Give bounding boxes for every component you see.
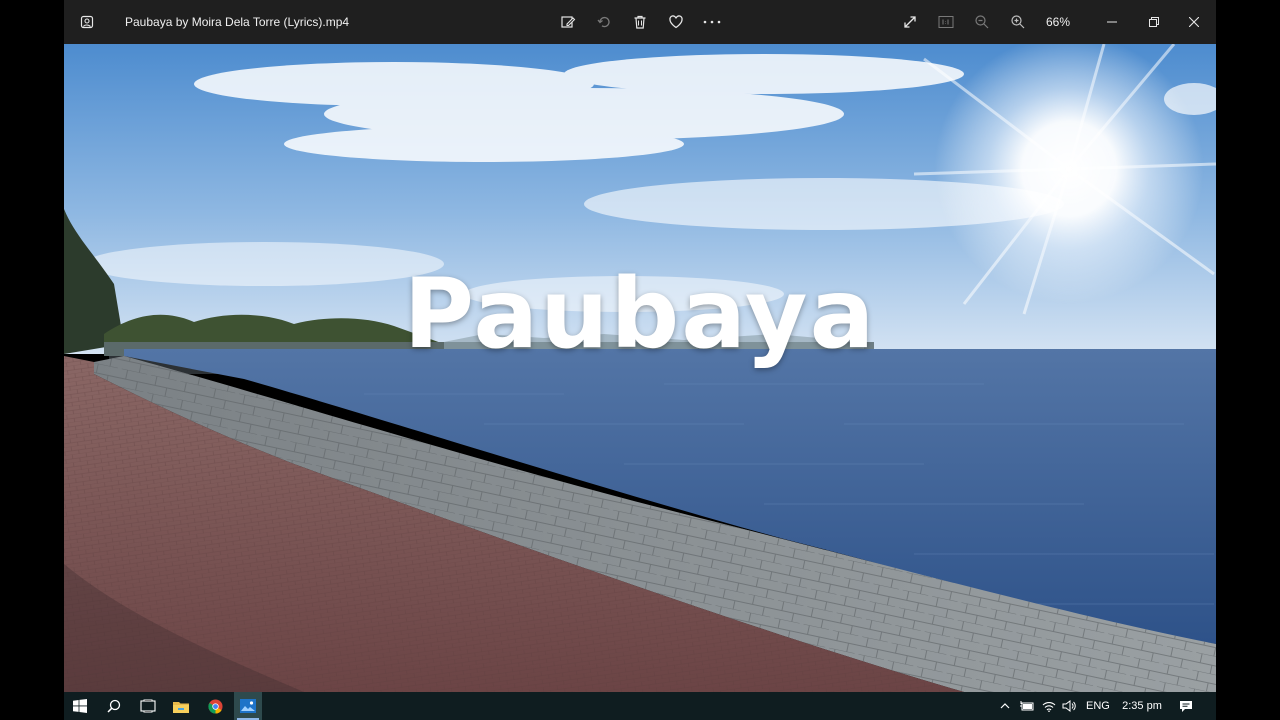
- delete-button[interactable]: [628, 0, 652, 44]
- video-overlay-title: Paubaya: [403, 258, 877, 370]
- restore-button[interactable]: [1136, 0, 1172, 44]
- wifi-icon: [1042, 701, 1056, 712]
- input-language[interactable]: ENG: [1086, 692, 1110, 720]
- fullscreen-button[interactable]: [898, 0, 922, 44]
- photos-icon: [240, 699, 256, 713]
- screen: Paubaya by Moira Dela Torre (Lyrics).mp4: [0, 0, 1280, 720]
- battery-icon: [1020, 701, 1034, 711]
- video-frame[interactable]: Paubaya: [64, 44, 1216, 692]
- rotate-icon: [597, 16, 610, 28]
- battery-button[interactable]: [1018, 692, 1036, 720]
- close-icon: [1189, 17, 1199, 27]
- search-icon: [107, 699, 121, 713]
- volume-icon: [1062, 700, 1076, 712]
- photos-taskbar-button[interactable]: [234, 692, 262, 720]
- show-hidden-icons-button[interactable]: [996, 692, 1014, 720]
- zoom-level[interactable]: 66%: [1040, 0, 1076, 44]
- chevron-up-icon: [1000, 703, 1010, 709]
- windows-taskbar: ENG 2:35 pm: [64, 692, 1216, 720]
- minimize-button[interactable]: [1094, 0, 1130, 44]
- more-icon: [703, 20, 721, 24]
- clock[interactable]: 2:35 pm: [1120, 692, 1164, 720]
- photos-titlebar: Paubaya by Moira Dela Torre (Lyrics).mp4: [64, 0, 1216, 44]
- action-center-button[interactable]: [1174, 692, 1198, 720]
- fullscreen-icon: [904, 16, 916, 28]
- close-button[interactable]: [1176, 0, 1212, 44]
- notification-icon: [1180, 700, 1192, 712]
- zoom-out-icon: [975, 15, 989, 29]
- more-button[interactable]: [698, 0, 726, 44]
- favorite-button[interactable]: [664, 0, 688, 44]
- task-view-icon: [140, 699, 156, 713]
- zoom-in-button[interactable]: [1006, 0, 1030, 44]
- task-view-button[interactable]: [136, 692, 160, 720]
- chrome-button[interactable]: [202, 692, 228, 720]
- file-explorer-button[interactable]: [168, 692, 194, 720]
- file-title: Paubaya by Moira Dela Torre (Lyrics).mp4: [125, 15, 350, 29]
- edit-create-button[interactable]: [556, 0, 580, 44]
- start-button[interactable]: [68, 692, 92, 720]
- photos-app-icon: [72, 0, 102, 44]
- edit-create-icon: [561, 16, 576, 28]
- zoom-out-button[interactable]: [970, 0, 994, 44]
- restore-icon: [1149, 17, 1159, 27]
- chrome-icon: [207, 698, 223, 714]
- windows-start-icon: [73, 699, 87, 713]
- volume-button[interactable]: [1060, 692, 1078, 720]
- actual-size-icon: [938, 16, 954, 28]
- zoom-in-icon: [1011, 15, 1025, 29]
- minimize-icon: [1107, 21, 1117, 23]
- file-explorer-icon: [173, 701, 189, 713]
- actual-size-button[interactable]: [934, 0, 958, 44]
- rotate-button[interactable]: [592, 0, 616, 44]
- heart-icon: [669, 15, 683, 29]
- search-button[interactable]: [102, 692, 126, 720]
- wifi-button[interactable]: [1040, 692, 1058, 720]
- delete-icon: [634, 15, 646, 29]
